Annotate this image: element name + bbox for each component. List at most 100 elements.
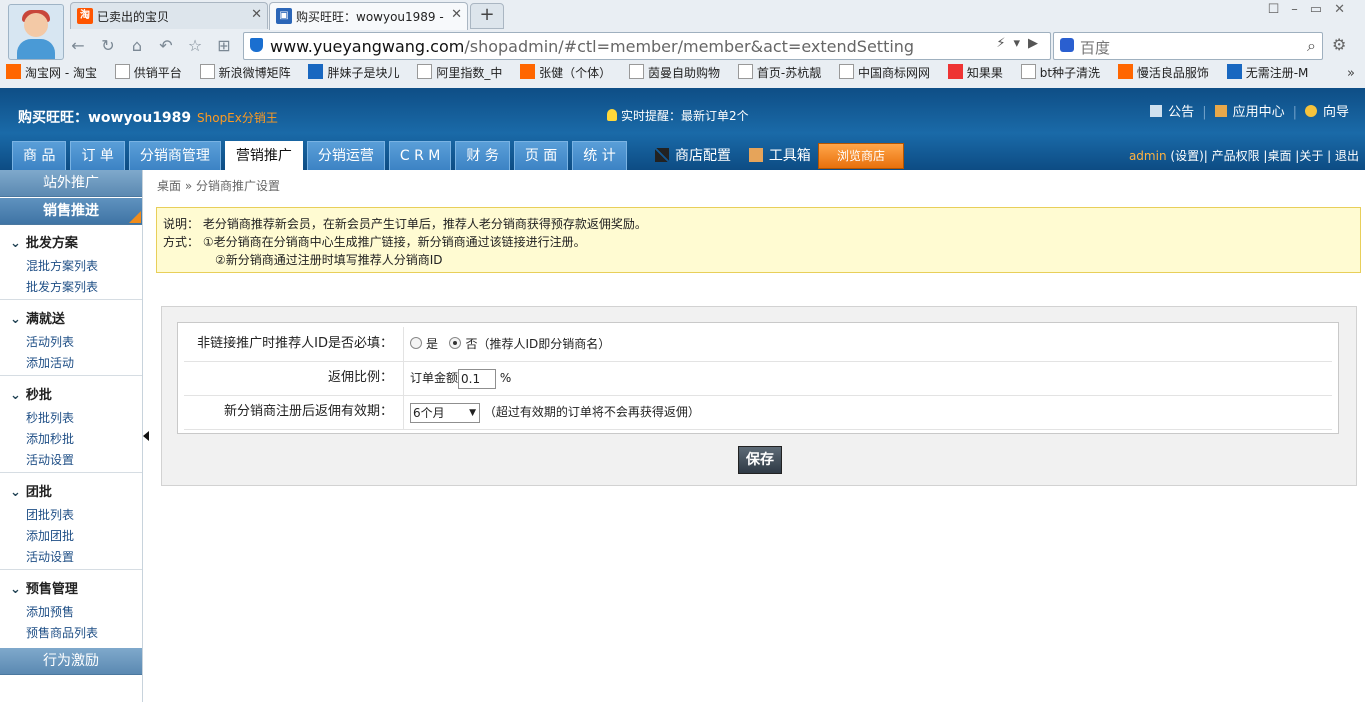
nav-tab-orders[interactable]: 订 单 xyxy=(70,141,125,170)
sidebar-group-flash: 秒批 秒批列表 添加秒批 活动设置 xyxy=(0,380,142,473)
address-tools[interactable]: ⚡▾▶ xyxy=(996,36,1046,51)
admin-username[interactable]: admin xyxy=(1129,149,1167,163)
apps-icon[interactable]: ⊞ xyxy=(214,36,234,56)
commission-rate-input[interactable]: 0.1 xyxy=(458,368,497,389)
app-center-link[interactable]: 应用中心 xyxy=(1214,105,1285,120)
radio-yes[interactable]: 是 xyxy=(410,337,438,351)
nav-tab-products[interactable]: 商 品 xyxy=(12,141,67,170)
back-icon[interactable]: ← xyxy=(68,36,88,56)
home-icon[interactable]: ⌂ xyxy=(127,36,147,56)
bookmark-item[interactable]: 首页-苏杭靓 xyxy=(737,64,821,81)
validity-hint: （超过有效期的订单将不会再获得返佣） xyxy=(483,405,700,419)
sidebar-link[interactable]: 活动列表 xyxy=(26,333,74,350)
nav-tab-distributors[interactable]: 分销商管理 xyxy=(128,141,221,170)
sidebar-link[interactable]: 团批列表 xyxy=(26,506,74,523)
browser-chrome: 淘 已卖出的宝贝 ✕ ▣ 购买旺旺：wowyou1989 - ✕ + ☐–▭✕ … xyxy=(0,0,1365,89)
sidebar-link[interactable]: 添加活动 xyxy=(26,354,74,371)
sidebar-link[interactable]: 批发方案列表 xyxy=(26,278,98,295)
group-title[interactable]: 团批 xyxy=(10,481,52,500)
browser-tab-active[interactable]: ▣ 购买旺旺：wowyou1989 - ✕ xyxy=(269,2,468,30)
nav-tab-crm[interactable]: C R M xyxy=(388,141,452,170)
nav-tab-marketing[interactable]: 营销推广 xyxy=(224,141,303,170)
sidebar-link[interactable]: 活动设置 xyxy=(26,451,74,468)
app-center-icon xyxy=(1214,105,1227,117)
sidebar-link[interactable]: 添加预售 xyxy=(26,603,74,620)
taobao-icon: 淘 xyxy=(77,8,93,24)
collapse-sidebar-icon[interactable] xyxy=(143,431,149,441)
radio-no[interactable]: 否（推荐人ID即分销商名） xyxy=(449,337,610,351)
bookmark-item[interactable]: 新浪微博矩阵 xyxy=(199,64,291,81)
group-title[interactable]: 预售管理 xyxy=(10,578,78,597)
validity-select[interactable]: 6个月 ▼ xyxy=(410,402,480,423)
baidu-icon xyxy=(1060,38,1074,52)
tab-title: 购买旺旺：wowyou1989 - xyxy=(296,10,444,24)
nav-tab-finance[interactable]: 财 务 xyxy=(455,141,510,170)
refresh-icon[interactable]: ↻ xyxy=(98,36,118,56)
sidebar-link[interactable]: 添加秒批 xyxy=(26,430,74,447)
bookmark-item[interactable]: 中国商标网网 xyxy=(839,64,930,81)
nav-tab-stats[interactable]: 统 计 xyxy=(572,141,627,170)
product-name: ShopEx分销王 xyxy=(197,111,278,125)
settings-wrench-icon[interactable]: ⚙ xyxy=(1332,35,1346,54)
form-row-referrer-required: 非链接推广时推荐人ID是否必填： 是 否（推荐人ID即分销商名） xyxy=(184,327,1332,362)
sidebar-section-sales[interactable]: 销售推进 xyxy=(0,198,142,225)
favorite-icon[interactable]: ☆ xyxy=(185,36,205,56)
user-avatar[interactable] xyxy=(8,4,64,60)
shop-icon: ▣ xyxy=(276,8,292,24)
sidebar-link[interactable]: 混批方案列表 xyxy=(26,257,98,274)
announcement-link[interactable]: 公告 xyxy=(1150,105,1194,120)
user-links[interactable]: admin (设置)| 产品权限 |桌面 |关于 | 退出 xyxy=(1129,147,1359,164)
close-tab-icon[interactable]: ✕ xyxy=(451,7,462,22)
bookmarks-bar: 淘宝网 - 淘宝 供销平台 新浪微博矩阵 胖妹子是块儿 阿里指数_中 张健（个体… xyxy=(6,64,1322,86)
form-row-validity: 新分销商注册后返佣有效期： 6个月 ▼ （超过有效期的订单将不会再获得返佣） xyxy=(184,395,1332,430)
validity-field: 6个月 ▼ （超过有效期的订单将不会再获得返佣） xyxy=(410,395,700,429)
bookmarks-more-button[interactable]: » xyxy=(1347,66,1355,81)
sidebar-link[interactable]: 秒批列表 xyxy=(26,409,74,426)
sidebar-link[interactable]: 预售商品列表 xyxy=(26,624,98,641)
notice-line: 方式： ①老分销商在分销商中心生成推广链接，新分销商通过该链接进行注册。 xyxy=(163,235,586,249)
sidebar: 站外推广 销售推进 批发方案 混批方案列表 批发方案列表 满就送 活动列表 添加… xyxy=(0,170,143,702)
nav-tab-operations[interactable]: 分销运营 xyxy=(306,141,385,170)
browser-tab-sold[interactable]: 淘 已卖出的宝贝 ✕ xyxy=(70,2,268,29)
bookmark-item[interactable]: 慢活良品服饰 xyxy=(1117,64,1209,81)
tools-icon xyxy=(655,148,669,162)
bookmark-item[interactable]: 供销平台 xyxy=(114,64,182,81)
guide-icon xyxy=(1304,105,1317,117)
close-tab-icon[interactable]: ✕ xyxy=(251,7,262,22)
group-title[interactable]: 满就送 xyxy=(10,308,65,327)
bookmark-item[interactable]: 阿里指数_中 xyxy=(417,64,502,81)
sidebar-item-incentives[interactable]: 行为激励 xyxy=(0,648,142,675)
app-header: 购买旺旺：wowyou1989 ShopEx分销王 实时提醒：最新订单2个 公告… xyxy=(0,88,1365,170)
url-text[interactable]: www.yueyangwang.com/shopadmin/#ctl=membe… xyxy=(270,37,914,56)
save-button[interactable]: 保存 xyxy=(738,446,782,474)
undo-icon[interactable]: ↶ xyxy=(156,36,176,56)
browse-store-button[interactable]: 浏览商店 xyxy=(818,143,904,169)
main-nav: 商 品订 单分销商管理 营销推广 分销运营 C R M财 务页 面统 计 xyxy=(12,141,631,170)
window-controls[interactable]: ☐–▭✕ xyxy=(1268,2,1357,17)
sidebar-link[interactable]: 添加团批 xyxy=(26,527,74,544)
sidebar-item-offsite-promo[interactable]: 站外推广 xyxy=(0,170,142,197)
bookmark-item[interactable]: 知果果 xyxy=(947,64,1003,81)
bookmark-item[interactable]: 茵曼自助购物 xyxy=(629,64,720,81)
toolbox-link[interactable]: 工具箱 xyxy=(748,148,811,164)
group-title[interactable]: 批发方案 xyxy=(10,232,78,251)
address-bar[interactable]: www.yueyangwang.com/shopadmin/#ctl=membe… xyxy=(243,32,1051,60)
sidebar-link[interactable]: 活动设置 xyxy=(26,548,74,565)
store-config-link[interactable]: 商店配置 xyxy=(655,148,731,164)
bookmark-item[interactable]: 淘宝网 - 淘宝 xyxy=(6,64,97,81)
search-bar[interactable]: 百度 ⌕ xyxy=(1053,32,1323,60)
info-notice: 说明： 老分销商推荐新会员，在新会员产生订单后，推荐人老分销商获得预存款返佣奖励… xyxy=(156,207,1361,273)
nav-tab-pages[interactable]: 页 面 xyxy=(513,141,569,170)
group-title[interactable]: 秒批 xyxy=(10,384,52,403)
search-icon[interactable]: ⌕ xyxy=(1307,36,1316,56)
realtime-notice[interactable]: 实时提醒：最新订单2个 xyxy=(607,107,749,124)
guide-link[interactable]: 向导 xyxy=(1304,105,1349,120)
field-label: 返佣比例： xyxy=(184,361,404,395)
nav-extra: 商店配置 工具箱 xyxy=(655,145,811,165)
bookmark-item[interactable]: bt种子清洗 xyxy=(1020,64,1100,81)
bookmark-item[interactable]: 张健（个体） xyxy=(520,64,611,81)
new-tab-button[interactable]: + xyxy=(470,3,504,29)
bookmark-item[interactable]: 胖妹子是块儿 xyxy=(308,64,400,81)
bookmark-item[interactable]: 无需注册-M xyxy=(1226,64,1308,81)
toolbox-icon xyxy=(748,148,763,162)
